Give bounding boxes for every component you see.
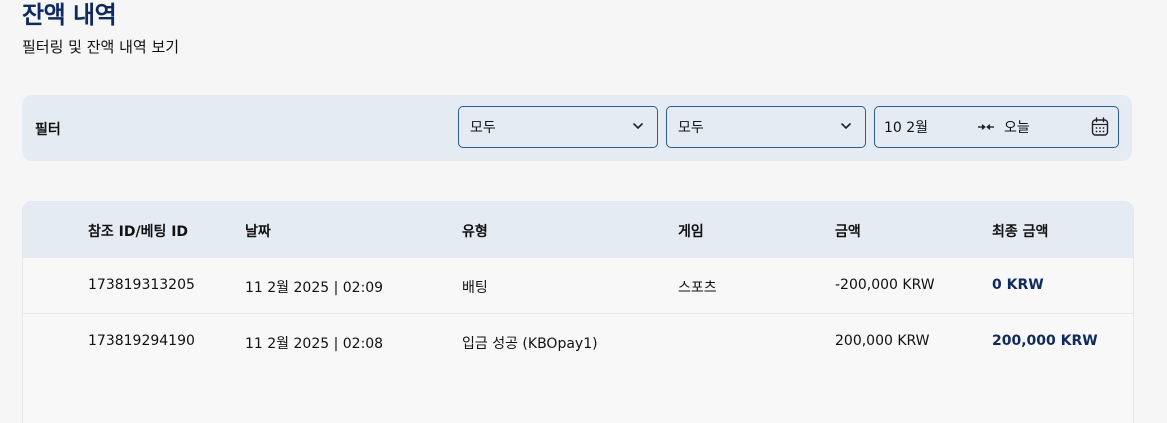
column-header-amount: 금액 — [835, 224, 861, 240]
cell-amount: 200,000 KRW — [835, 333, 930, 349]
cell-reference-id: 173819294190 — [88, 333, 195, 349]
table-header: 참조 ID/베팅 ID 날짜 유형 게임 금액 최종 금액 — [23, 202, 1133, 258]
page-subtitle: 필터링 및 잔액 내역 보기 — [22, 38, 180, 56]
cell-final-amount: 0 KRW — [992, 277, 1044, 293]
chevron-down-icon — [633, 123, 643, 129]
cell-game: 스포츠 — [678, 280, 717, 296]
column-header-type: 유형 — [462, 224, 488, 240]
cell-final-amount: 200,000 KRW — [992, 333, 1098, 349]
balance-history-table: 참조 ID/베팅 ID 날짜 유형 게임 금액 최종 금액 1738193132… — [22, 201, 1134, 423]
table-row: 173819294190 11 2월 2025 | 02:08 입금 성공 (K… — [23, 314, 1133, 370]
column-header-date: 날짜 — [245, 224, 271, 240]
cell-type: 배팅 — [462, 280, 488, 296]
game-filter-value: 모두 — [678, 120, 704, 136]
column-header-game: 게임 — [678, 224, 704, 240]
column-header-final-amount: 최종 금액 — [992, 224, 1049, 240]
cell-amount: -200,000 KRW — [835, 277, 935, 293]
cell-type: 입금 성공 (KBOpay1) — [462, 336, 598, 352]
date-range-to: 오늘 — [1004, 120, 1030, 136]
cell-date: 11 2월 2025 | 02:08 — [245, 336, 384, 352]
game-filter-select[interactable]: 모두 — [666, 106, 866, 148]
balance-history-page: 잔액 내역 필터링 및 잔액 내역 보기 필터 모두 모두 10 2월 오늘 참… — [0, 0, 1167, 423]
type-filter-select[interactable]: 모두 — [458, 106, 658, 148]
page-title: 잔액 내역 — [22, 1, 117, 29]
arrows-icon — [978, 124, 994, 130]
cell-reference-id: 173819313205 — [88, 277, 195, 293]
type-filter-value: 모두 — [470, 120, 496, 136]
date-range-from: 10 2월 — [884, 120, 929, 136]
date-range-picker[interactable]: 10 2월 오늘 — [874, 106, 1119, 148]
filter-bar: 필터 모두 모두 10 2월 오늘 — [22, 95, 1132, 161]
filter-label: 필터 — [35, 122, 61, 138]
chevron-down-icon — [841, 123, 851, 129]
table-row: 173819313205 11 2월 2025 | 02:09 배팅 스포츠 -… — [23, 258, 1133, 314]
cell-date: 11 2월 2025 | 02:09 — [245, 280, 384, 296]
column-header-reference-id: 참조 ID/베팅 ID — [88, 224, 189, 240]
calendar-icon[interactable] — [1091, 117, 1109, 137]
